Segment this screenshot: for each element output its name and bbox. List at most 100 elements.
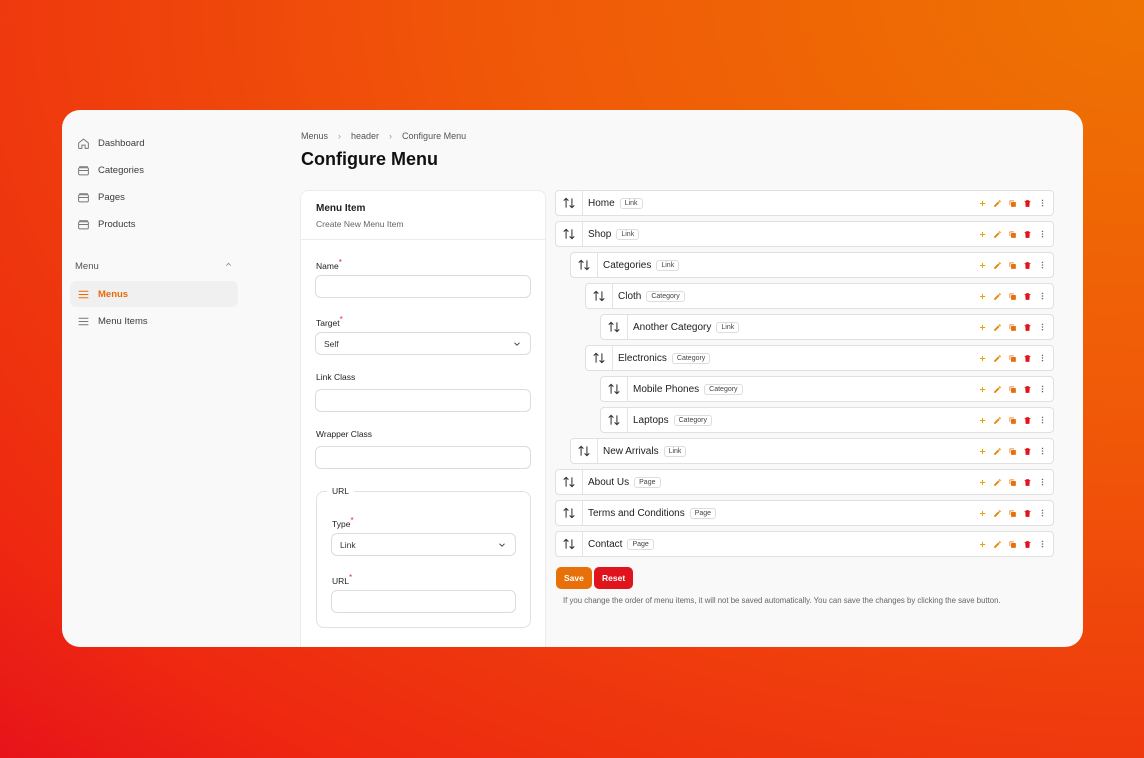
breadcrumb-item-header[interactable]: header <box>351 131 379 141</box>
add-icon[interactable] <box>977 228 987 240</box>
duplicate-icon[interactable] <box>1007 352 1017 364</box>
delete-icon[interactable] <box>1022 507 1032 519</box>
duplicate-icon[interactable] <box>1007 538 1017 550</box>
save-button[interactable]: Save <box>556 567 592 589</box>
sidebar-group-menu[interactable]: Menu <box>75 260 233 272</box>
drag-handle-icon[interactable] <box>601 377 628 401</box>
edit-icon[interactable] <box>992 445 1002 457</box>
add-icon[interactable] <box>977 445 987 457</box>
more-options-icon[interactable] <box>1037 352 1047 364</box>
add-icon[interactable] <box>977 383 987 395</box>
delete-icon[interactable] <box>1022 228 1032 240</box>
menu-tree-row[interactable]: Home Link <box>555 190 1054 216</box>
breadcrumb-item-menus[interactable]: Menus <box>301 131 328 141</box>
menu-tree-row[interactable]: Cloth Category <box>585 283 1054 309</box>
more-options-icon[interactable] <box>1037 538 1047 550</box>
duplicate-icon[interactable] <box>1007 383 1017 395</box>
add-icon[interactable] <box>977 507 987 519</box>
edit-icon[interactable] <box>992 228 1002 240</box>
drag-handle-icon[interactable] <box>556 222 583 246</box>
delete-icon[interactable] <box>1022 197 1032 209</box>
duplicate-icon[interactable] <box>1007 290 1017 302</box>
sidebar-item-menus[interactable]: Menus <box>70 281 238 307</box>
duplicate-icon[interactable] <box>1007 321 1017 333</box>
sidebar-item-pages[interactable]: Pages <box>70 184 238 210</box>
menu-tree-row[interactable]: Terms and Conditions Page <box>555 500 1054 526</box>
more-options-icon[interactable] <box>1037 507 1047 519</box>
reset-button[interactable]: Reset <box>594 567 634 589</box>
edit-icon[interactable] <box>992 197 1002 209</box>
edit-icon[interactable] <box>992 352 1002 364</box>
drag-handle-icon[interactable] <box>556 501 583 525</box>
edit-icon[interactable] <box>992 321 1002 333</box>
drag-handle-icon[interactable] <box>571 253 598 277</box>
drag-handle-icon[interactable] <box>586 346 613 370</box>
duplicate-icon[interactable] <box>1007 414 1017 426</box>
delete-icon[interactable] <box>1022 352 1032 364</box>
drag-handle-icon[interactable] <box>556 532 583 556</box>
more-options-icon[interactable] <box>1037 414 1047 426</box>
add-icon[interactable] <box>977 290 987 302</box>
duplicate-icon[interactable] <box>1007 228 1017 240</box>
add-icon[interactable] <box>977 259 987 271</box>
drag-handle-icon[interactable] <box>601 408 628 432</box>
edit-icon[interactable] <box>992 259 1002 271</box>
duplicate-icon[interactable] <box>1007 197 1017 209</box>
sidebar-item-menu-items[interactable]: Menu Items <box>70 308 238 334</box>
edit-icon[interactable] <box>992 476 1002 488</box>
sidebar-item-categories[interactable]: Categories <box>70 157 238 183</box>
more-options-icon[interactable] <box>1037 445 1047 457</box>
name-input[interactable] <box>315 275 531 298</box>
drag-handle-icon[interactable] <box>556 470 583 494</box>
sidebar-item-dashboard[interactable]: Dashboard <box>70 130 238 156</box>
more-options-icon[interactable] <box>1037 383 1047 395</box>
delete-icon[interactable] <box>1022 476 1032 488</box>
more-options-icon[interactable] <box>1037 290 1047 302</box>
more-options-icon[interactable] <box>1037 228 1047 240</box>
target-select[interactable]: Self <box>315 332 531 355</box>
more-options-icon[interactable] <box>1037 476 1047 488</box>
menu-tree-row[interactable]: Categories Link <box>570 252 1054 278</box>
type-select[interactable]: Link <box>331 533 516 556</box>
add-icon[interactable] <box>977 197 987 209</box>
add-icon[interactable] <box>977 352 987 364</box>
edit-icon[interactable] <box>992 538 1002 550</box>
menu-tree-row[interactable]: Mobile Phones Category <box>600 376 1054 402</box>
wrapper-class-input[interactable] <box>315 446 531 469</box>
sidebar-item-products[interactable]: Products <box>70 211 238 237</box>
delete-icon[interactable] <box>1022 259 1032 271</box>
delete-icon[interactable] <box>1022 383 1032 395</box>
edit-icon[interactable] <box>992 290 1002 302</box>
menu-tree-row[interactable]: About Us Page <box>555 469 1054 495</box>
edit-icon[interactable] <box>992 383 1002 395</box>
menu-tree-row[interactable]: New Arrivals Link <box>570 438 1054 464</box>
duplicate-icon[interactable] <box>1007 445 1017 457</box>
duplicate-icon[interactable] <box>1007 476 1017 488</box>
drag-handle-icon[interactable] <box>556 191 583 215</box>
delete-icon[interactable] <box>1022 321 1032 333</box>
url-input[interactable] <box>331 590 516 613</box>
duplicate-icon[interactable] <box>1007 507 1017 519</box>
add-icon[interactable] <box>977 538 987 550</box>
edit-icon[interactable] <box>992 507 1002 519</box>
add-icon[interactable] <box>977 414 987 426</box>
menu-tree-row[interactable]: Contact Page <box>555 531 1054 557</box>
delete-icon[interactable] <box>1022 290 1032 302</box>
more-options-icon[interactable] <box>1037 259 1047 271</box>
delete-icon[interactable] <box>1022 414 1032 426</box>
menu-tree-row[interactable]: Shop Link <box>555 221 1054 247</box>
edit-icon[interactable] <box>992 414 1002 426</box>
link-class-input[interactable] <box>315 389 531 412</box>
add-icon[interactable] <box>977 321 987 333</box>
drag-handle-icon[interactable] <box>601 315 628 339</box>
more-options-icon[interactable] <box>1037 197 1047 209</box>
drag-handle-icon[interactable] <box>586 284 613 308</box>
menu-tree-row[interactable]: Another Category Link <box>600 314 1054 340</box>
duplicate-icon[interactable] <box>1007 259 1017 271</box>
menu-tree-row[interactable]: Laptops Category <box>600 407 1054 433</box>
drag-handle-icon[interactable] <box>571 439 598 463</box>
delete-icon[interactable] <box>1022 445 1032 457</box>
menu-tree-row[interactable]: Electronics Category <box>585 345 1054 371</box>
more-options-icon[interactable] <box>1037 321 1047 333</box>
add-icon[interactable] <box>977 476 987 488</box>
